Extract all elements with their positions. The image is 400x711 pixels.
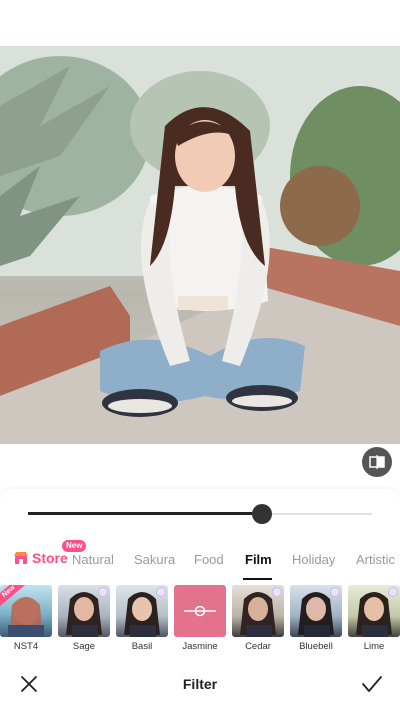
tab-sakura[interactable]: Sakura xyxy=(134,552,175,567)
page-title: Filter xyxy=(182,676,218,692)
store-new-badge: New xyxy=(62,540,87,552)
filter-label: Basil xyxy=(131,641,153,652)
filter-thumbnail-selected xyxy=(174,585,226,637)
store-icon xyxy=(14,552,28,564)
premium-gem-icon xyxy=(156,587,166,597)
garden-photo-illustration xyxy=(0,46,400,444)
filter-jasmine[interactable]: Jasmine xyxy=(174,585,226,652)
compare-button[interactable] xyxy=(362,447,392,477)
intensity-slider[interactable] xyxy=(28,503,372,525)
filter-label: Lime xyxy=(363,641,385,652)
premium-gem-icon xyxy=(98,587,108,597)
filter-cedar[interactable]: Cedar xyxy=(232,585,284,652)
filter-lime[interactable]: Lime xyxy=(348,585,400,652)
filter-label: Cedar xyxy=(245,641,271,652)
filter-sage[interactable]: Sage xyxy=(58,585,110,652)
tab-film[interactable]: Film xyxy=(245,552,272,567)
compare-icon xyxy=(369,455,385,469)
premium-gem-icon xyxy=(388,587,398,597)
slider-thumb[interactable] xyxy=(251,504,272,524)
bottom-bar: Filter xyxy=(0,660,400,711)
active-tab-indicator xyxy=(243,578,272,580)
confirm-button[interactable] xyxy=(360,673,384,695)
adjust-intensity-icon xyxy=(184,605,216,617)
check-icon xyxy=(362,676,382,692)
filter-thumbnail xyxy=(58,585,110,637)
filter-thumbnail xyxy=(348,585,400,637)
tab-artistic[interactable]: Artistic xyxy=(356,552,395,567)
photo-preview xyxy=(0,46,400,444)
premium-gem-icon xyxy=(330,587,340,597)
filter-nst4[interactable]: New NST4 xyxy=(0,585,52,652)
tab-natural[interactable]: Natural xyxy=(72,552,114,567)
filter-thumbnail xyxy=(290,585,342,637)
filter-basil[interactable]: Basil xyxy=(116,585,168,652)
filter-label: Jasmine xyxy=(182,641,218,652)
filter-label: NST4 xyxy=(13,641,39,652)
slider-fill xyxy=(28,512,262,515)
tab-holiday[interactable]: Holiday xyxy=(292,552,335,567)
premium-gem-icon xyxy=(272,587,282,597)
filter-label: Bluebell xyxy=(299,641,333,652)
filter-label: Sage xyxy=(72,641,96,652)
store-label: Store xyxy=(32,550,68,566)
top-bar xyxy=(0,0,400,46)
filter-bluebell[interactable]: Bluebell xyxy=(290,585,342,652)
store-tab[interactable]: Store xyxy=(14,550,68,566)
filter-thumbnail xyxy=(232,585,284,637)
filter-thumbnail xyxy=(116,585,168,637)
filter-strip: New NST4 Sage Basil Jasmine Cedar Bluebe… xyxy=(0,585,400,657)
category-tabs: Store New Natural Sakura Food Film Holid… xyxy=(0,540,400,580)
filter-thumbnail: New xyxy=(0,585,52,637)
tab-food[interactable]: Food xyxy=(194,552,224,567)
